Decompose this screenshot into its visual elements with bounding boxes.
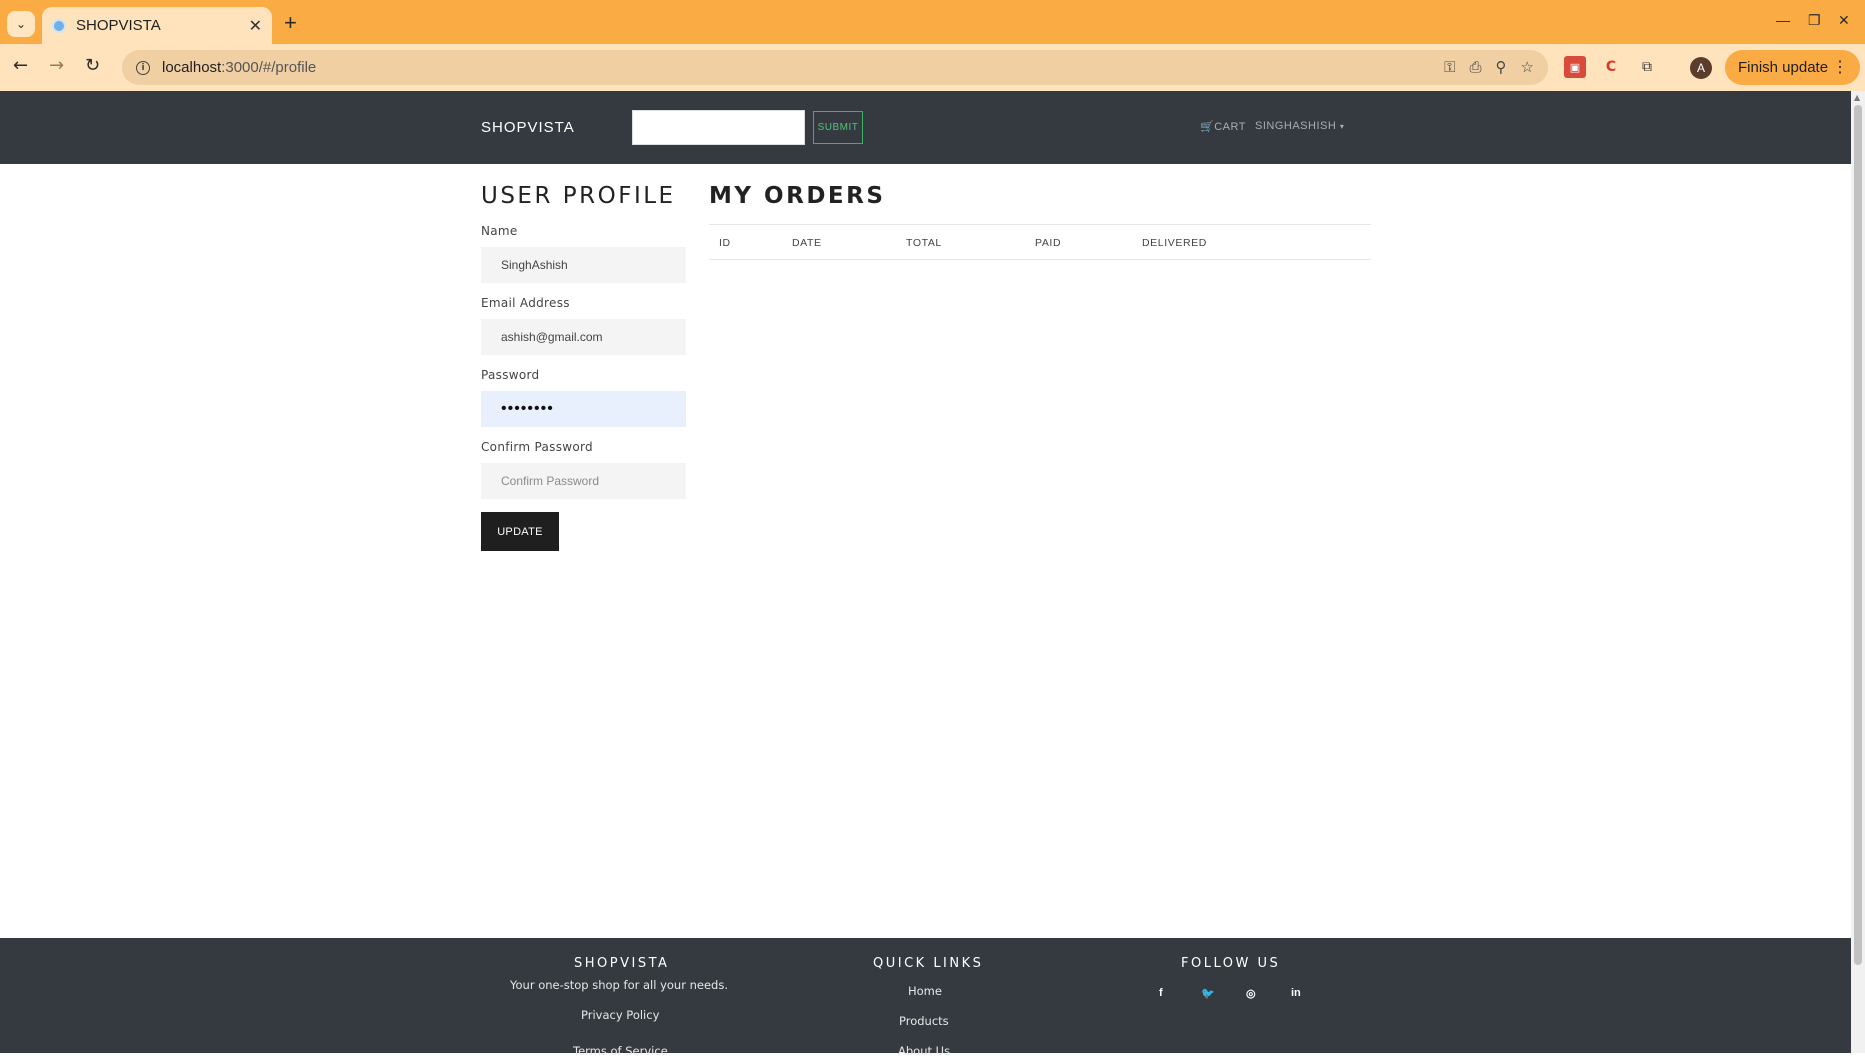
column-header-delivered[interactable]: DELIVERED xyxy=(1142,237,1207,249)
tab-title: SHOPVISTA xyxy=(76,17,161,34)
site-info-icon[interactable]: i xyxy=(136,60,150,75)
privacy-policy-link[interactable]: Privacy Policy xyxy=(581,1008,659,1022)
forward-arrow-icon[interactable]: → xyxy=(49,55,64,76)
column-header-id[interactable]: ID xyxy=(719,237,731,249)
terms-link[interactable]: Terms of Service xyxy=(573,1044,668,1058)
minimize-icon[interactable]: — xyxy=(1776,12,1790,28)
address-bar[interactable]: i localhost:3000/#/profile ⚿ ⎙ ⚲ ☆ xyxy=(122,50,1548,85)
globe-icon xyxy=(52,18,66,33)
url-text[interactable]: localhost:3000/#/profile xyxy=(162,59,316,76)
name-field[interactable]: SinghAshish xyxy=(481,247,686,283)
password-label: Password xyxy=(481,368,540,382)
install-app-icon[interactable]: ⎙ xyxy=(1470,58,1482,76)
extension-red-icon[interactable]: ▣ xyxy=(1564,56,1586,78)
restore-icon[interactable]: ❐ xyxy=(1808,12,1821,29)
user-label: SINGHASHISH xyxy=(1255,120,1337,132)
page-scrollbar[interactable]: ▲ xyxy=(1851,91,1865,1053)
scroll-up-arrow-icon[interactable]: ▲ xyxy=(1854,93,1860,102)
site-brand[interactable]: SHOPVISTA xyxy=(481,119,575,136)
back-arrow-icon[interactable]: ← xyxy=(13,55,28,76)
omnibox-actions: ⚿ ⎙ ⚲ ☆ xyxy=(1444,58,1534,76)
scrollbar-thumb[interactable] xyxy=(1854,105,1862,965)
footer-brand-title: SHOPVISTA xyxy=(574,956,670,971)
more-vert-icon[interactable]: ⋮ xyxy=(1832,57,1848,77)
new-tab-button[interactable]: + xyxy=(284,10,297,36)
puzzle-icon[interactable]: ⧉ xyxy=(1636,56,1658,78)
tab-shopvista[interactable]: SHOPVISTA ✕ xyxy=(42,7,272,44)
email-field[interactable]: ashish@gmail.com xyxy=(481,319,686,355)
key-icon[interactable]: ⚿ xyxy=(1444,58,1455,76)
close-icon[interactable]: ✕ xyxy=(249,16,262,35)
password-field[interactable]: •••••••• xyxy=(481,391,686,427)
confirm-password-field[interactable]: Confirm Password xyxy=(481,463,686,499)
site-navbar: SHOPVISTA SUBMIT 🛒CART SINGHASHISH ▾ xyxy=(0,91,1851,164)
footer-link-products[interactable]: Products xyxy=(899,1014,949,1028)
url-path: :3000/#/profile xyxy=(221,59,317,76)
cart-link[interactable]: 🛒CART xyxy=(1200,120,1246,133)
submit-button[interactable]: SUBMIT xyxy=(813,111,863,144)
reload-icon[interactable]: ↻ xyxy=(85,55,100,76)
window-close-icon[interactable]: ✕ xyxy=(1838,12,1850,29)
profile-avatar[interactable]: A xyxy=(1690,57,1712,79)
chevron-down-icon: ⌄ xyxy=(15,17,27,31)
confirm-password-label: Confirm Password xyxy=(481,440,593,454)
url-host: localhost xyxy=(162,59,222,76)
bookmark-star-icon[interactable]: ☆ xyxy=(1521,58,1534,76)
follow-us-title: FOLLOW US xyxy=(1181,956,1281,971)
finish-update-button[interactable]: Finish update ⋮ xyxy=(1725,50,1860,85)
user-dropdown[interactable]: SINGHASHISH ▾ xyxy=(1255,120,1344,132)
column-header-total[interactable]: TOTAL xyxy=(906,237,942,249)
footer-tagline: Your one-stop shop for all your needs. xyxy=(510,978,728,992)
browser-chrome: ⌄ SHOPVISTA ✕ + — ❐ ✕ ← → ↻ i localhost:… xyxy=(0,0,1865,91)
email-label: Email Address xyxy=(481,296,570,310)
main-content: USER PROFILE Name SinghAshish Email Addr… xyxy=(0,164,1851,938)
orders-table: ID DATE TOTAL PAID DELIVERED xyxy=(709,224,1371,260)
name-label: Name xyxy=(481,224,518,238)
zoom-icon[interactable]: ⚲ xyxy=(1496,58,1507,76)
tab-search-button[interactable]: ⌄ xyxy=(7,11,35,37)
search-input[interactable] xyxy=(632,110,805,145)
cart-label: CART xyxy=(1214,121,1246,133)
tab-strip: ⌄ SHOPVISTA ✕ + — ❐ ✕ xyxy=(0,0,1865,44)
caret-down-icon: ▾ xyxy=(1339,122,1345,131)
footer-link-home[interactable]: Home xyxy=(908,984,942,998)
column-header-paid[interactable]: PAID xyxy=(1035,237,1061,249)
cart-icon: 🛒 xyxy=(1200,121,1215,133)
finish-update-label: Finish update xyxy=(1738,59,1829,76)
footer-link-about[interactable]: About Us xyxy=(898,1044,950,1058)
extension-c-icon[interactable]: C xyxy=(1600,56,1622,78)
facebook-icon[interactable]: f xyxy=(1159,987,1163,999)
quick-links-title: QUICK LINKS xyxy=(873,956,984,971)
column-header-date[interactable]: DATE xyxy=(792,237,822,249)
twitter-icon[interactable]: 🐦 xyxy=(1201,987,1215,1000)
linkedin-icon[interactable]: in xyxy=(1291,987,1301,999)
site-footer: SHOPVISTA Your one-stop shop for all you… xyxy=(0,938,1851,1058)
orders-title: MY ORDERS xyxy=(709,183,886,209)
page-title: USER PROFILE xyxy=(481,183,676,209)
instagram-icon[interactable]: ◎ xyxy=(1246,987,1256,1000)
update-button[interactable]: UPDATE xyxy=(481,512,559,551)
browser-toolbar: ← → ↻ i localhost:3000/#/profile ⚿ ⎙ ⚲ ☆… xyxy=(0,44,1865,91)
